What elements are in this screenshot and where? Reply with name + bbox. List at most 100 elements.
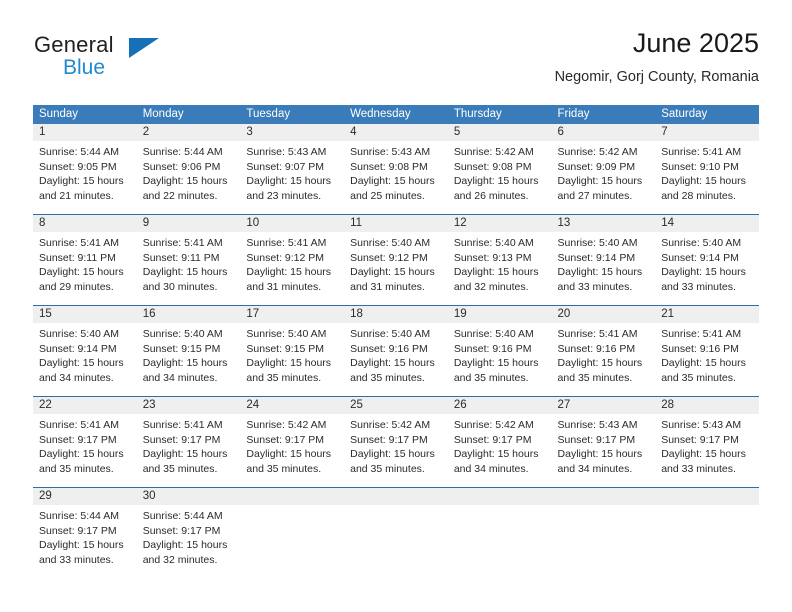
day-detail-line: Daylight: 15 hours (246, 175, 332, 188)
day-detail-line: Sunset: 9:10 PM (661, 160, 739, 173)
day-detail-line: Sunset: 9:17 PM (39, 433, 117, 446)
day-number: 14 (655, 215, 759, 232)
day-number: 9 (136, 215, 241, 232)
day-detail-line: Sunrise: 5:43 AM (350, 146, 431, 158)
day-number: 17 (240, 306, 345, 323)
calendar-day-cell-26[interactable]: 26 Sunrise: 5:42 AM Sunset: 9:17 PM Dayligh… (447, 397, 552, 481)
calendar-day-cell-17[interactable]: 17 Sunrise: 5:40 AM Sunset: 9:15 PM Dayligh… (240, 306, 345, 390)
calendar-day-cell-11[interactable]: 11 Sunrise: 5:40 AM Sunset: 9:12 PM Dayligh… (344, 215, 448, 299)
calendar-day-cell-3[interactable]: 3 Sunrise: 5:43 AM Sunset: 9:07 PM Daylight… (240, 124, 345, 208)
day-detail-line: Sunrise: 5:41 AM (142, 419, 223, 431)
calendar-day-cell-22[interactable]: 22 Sunrise: 5:41 AM Sunset: 9:17 PM Dayligh… (33, 397, 137, 481)
day-detail-line: and 25 minutes. (350, 189, 425, 202)
title-block: June 2025 Negomir, Gorj County, Romania (555, 26, 759, 88)
calendar-day-cell-19[interactable]: 19 Sunrise: 5:40 AM Sunset: 9:16 PM Dayligh… (447, 306, 552, 390)
day-detail-line: Sunrise: 5:42 AM (246, 419, 327, 431)
day-details: Sunrise: 5:44 AM Sunset: 9:17 PM Daylight:… (137, 505, 241, 572)
calendar-day-cell-empty (447, 488, 552, 572)
day-detail-line: Sunset: 9:16 PM (350, 342, 428, 355)
day-details: Sunrise: 5:40 AM Sunset: 9:15 PM Daylight:… (240, 323, 344, 390)
calendar-day-cell-23[interactable]: 23 Sunrise: 5:41 AM Sunset: 9:17 PM Dayligh… (136, 397, 241, 481)
day-detail-line: and 27 minutes. (557, 189, 633, 202)
day-detail-line: Sunset: 9:17 PM (142, 524, 221, 537)
calendar-day-cell-25[interactable]: 25 Sunrise: 5:42 AM Sunset: 9:17 PM Dayligh… (344, 397, 448, 481)
calendar-grid: Sunday Monday Tuesday Wednesday Thursday Frid… (33, 105, 759, 572)
day-number: 12 (447, 215, 552, 232)
day-detail-line: and 35 minutes. (246, 371, 322, 384)
day-details: Sunrise: 5:41 AM Sunset: 9:17 PM Daylight:… (33, 414, 137, 481)
calendar-day-cell-2[interactable]: 2 Sunrise: 5:44 AM Sunset: 9:06 PM Daylight… (136, 124, 241, 208)
day-detail-line: and 32 minutes. (453, 280, 529, 293)
page-header: General Blue June 2025 Negomir, Gorj Cou… (33, 26, 759, 96)
day-detail-line: Sunset: 9:17 PM (39, 524, 117, 537)
day-detail-line: and 35 minutes. (350, 371, 425, 384)
calendar-day-cell-27[interactable]: 27 Sunrise: 5:43 AM Sunset: 9:17 PM Dayligh… (551, 397, 656, 481)
day-number: 6 (551, 124, 656, 141)
day-details: Sunrise: 5:40 AM Sunset: 9:12 PM Daylight:… (344, 232, 448, 299)
calendar-day-cell-7[interactable]: 7 Sunrise: 5:41 AM Sunset: 9:10 PM Daylight… (655, 124, 759, 208)
calendar-day-cell-12[interactable]: 12 Sunrise: 5:40 AM Sunset: 9:13 PM Dayligh… (447, 215, 552, 299)
calendar-day-cell-14[interactable]: 14 Sunrise: 5:40 AM Sunset: 9:14 PM Dayligh… (655, 215, 759, 299)
day-detail-line: Sunset: 9:17 PM (453, 433, 532, 446)
day-details (448, 505, 552, 572)
calendar-day-cell-10[interactable]: 10 Sunrise: 5:41 AM Sunset: 9:12 PM Dayligh… (240, 215, 345, 299)
calendar-day-cell-30[interactable]: 30 Sunrise: 5:44 AM Sunset: 9:17 PM Dayligh… (136, 488, 241, 572)
day-detail-line: Daylight: 15 hours (453, 448, 539, 461)
calendar-day-cell-1[interactable]: 1 Sunrise: 5:44 AM Sunset: 9:05 PM Daylight… (33, 124, 137, 208)
day-details: Sunrise: 5:43 AM Sunset: 9:17 PM Daylight:… (655, 414, 759, 481)
calendar-day-cell-15[interactable]: 15 Sunrise: 5:40 AM Sunset: 9:14 PM Dayligh… (33, 306, 137, 390)
day-detail-line: Sunrise: 5:40 AM (142, 328, 223, 340)
calendar-day-cell-16[interactable]: 16 Sunrise: 5:40 AM Sunset: 9:15 PM Dayligh… (136, 306, 241, 390)
day-detail-line: Daylight: 15 hours (350, 266, 435, 279)
day-detail-line: and 21 minutes. (39, 189, 114, 202)
day-detail-line: Sunrise: 5:43 AM (246, 146, 327, 158)
day-detail-line: Sunrise: 5:41 AM (39, 419, 119, 431)
day-details: Sunrise: 5:41 AM Sunset: 9:17 PM Daylight:… (137, 414, 241, 481)
calendar-day-cell-5[interactable]: 5 Sunrise: 5:42 AM Sunset: 9:08 PM Daylight… (447, 124, 552, 208)
calendar-day-cell-13[interactable]: 13 Sunrise: 5:40 AM Sunset: 9:14 PM Dayligh… (551, 215, 656, 299)
day-details: Sunrise: 5:40 AM Sunset: 9:16 PM Daylight:… (448, 323, 552, 390)
day-detail-line: and 35 minutes. (557, 371, 633, 384)
calendar-day-cell-18[interactable]: 18 Sunrise: 5:40 AM Sunset: 9:16 PM Dayligh… (344, 306, 448, 390)
day-number: 15 (33, 306, 137, 323)
day-details: Sunrise: 5:41 AM Sunset: 9:16 PM Daylight:… (552, 323, 656, 390)
day-details: Sunrise: 5:40 AM Sunset: 9:14 PM Daylight:… (655, 232, 759, 299)
calendar-page: General Blue June 2025 Negomir, Gorj Cou… (0, 0, 792, 612)
calendar-day-cell-empty (655, 488, 759, 572)
calendar-day-cell-8[interactable]: 8 Sunrise: 5:41 AM Sunset: 9:11 PM Daylight… (33, 215, 137, 299)
calendar-day-cell-4[interactable]: 4 Sunrise: 5:43 AM Sunset: 9:08 PM Daylight… (344, 124, 448, 208)
day-number: 16 (136, 306, 241, 323)
day-detail-line: Daylight: 15 hours (246, 266, 332, 279)
day-details: Sunrise: 5:44 AM Sunset: 9:06 PM Daylight:… (137, 141, 241, 208)
day-detail-line: Daylight: 15 hours (350, 175, 435, 188)
day-number: 28 (655, 397, 759, 414)
day-number (240, 488, 345, 505)
calendar-day-cell-20[interactable]: 20 Sunrise: 5:41 AM Sunset: 9:16 PM Dayligh… (551, 306, 656, 390)
calendar-day-cell-28[interactable]: 28 Sunrise: 5:43 AM Sunset: 9:17 PM Dayligh… (655, 397, 759, 481)
day-detail-line: Daylight: 15 hours (246, 448, 332, 461)
day-of-week-header-friday: Friday (557, 108, 590, 120)
day-detail-line: Daylight: 15 hours (661, 266, 746, 279)
calendar-day-cell-9[interactable]: 9 Sunrise: 5:41 AM Sunset: 9:11 PM Daylight… (136, 215, 241, 299)
brand-logo[interactable]: General Blue (33, 32, 233, 88)
day-details (240, 505, 344, 572)
day-detail-line: and 34 minutes. (39, 371, 114, 384)
calendar-day-cell-21[interactable]: 21 Sunrise: 5:41 AM Sunset: 9:16 PM Dayligh… (655, 306, 759, 390)
day-detail-line: Sunrise: 5:44 AM (142, 146, 223, 158)
calendar-day-cell-6[interactable]: 6 Sunrise: 5:42 AM Sunset: 9:09 PM Daylight… (551, 124, 656, 208)
day-number: 20 (551, 306, 656, 323)
day-details (655, 505, 759, 572)
day-detail-line: and 32 minutes. (142, 553, 218, 566)
calendar-day-cell-29[interactable]: 29 Sunrise: 5:44 AM Sunset: 9:17 PM Dayligh… (33, 488, 137, 572)
day-detail-line: Daylight: 15 hours (39, 266, 124, 279)
day-detail-line: Sunset: 9:09 PM (557, 160, 636, 173)
day-detail-line: and 33 minutes. (39, 553, 114, 566)
day-detail-line: Sunrise: 5:40 AM (453, 237, 534, 249)
day-number: 10 (240, 215, 345, 232)
calendar-weeks: 1 Sunrise: 5:44 AM Sunset: 9:05 PM Daylight… (33, 124, 759, 572)
day-detail-line: Daylight: 15 hours (142, 539, 228, 552)
day-number: 5 (447, 124, 552, 141)
calendar-day-cell-24[interactable]: 24 Sunrise: 5:42 AM Sunset: 9:17 PM Dayligh… (240, 397, 345, 481)
day-number: 7 (655, 124, 759, 141)
day-detail-line: Sunset: 9:11 PM (39, 251, 116, 264)
